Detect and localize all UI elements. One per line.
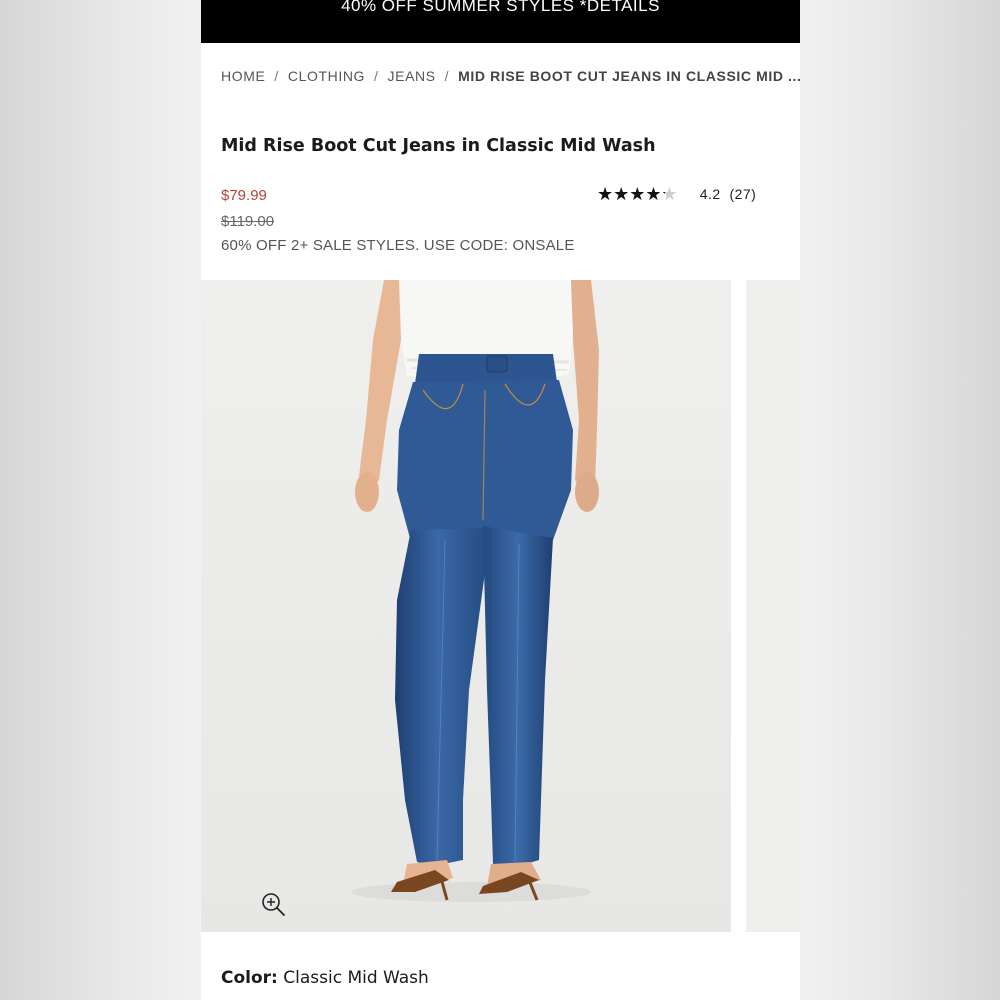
next-product-image-peek[interactable] [746, 280, 800, 932]
product-page: 40% OFF SUMMER STYLES *DETAILS HOME / CLOT… [201, 0, 800, 1000]
rating-value: 4.2 (27) [700, 186, 757, 202]
promo-banner[interactable]: 40% OFF SUMMER STYLES *DETAILS [201, 0, 800, 43]
promo-code-text: 60% OFF 2+ SALE STYLES. USE CODE: ONSALE [221, 237, 575, 254]
breadcrumb-home[interactable]: HOME [221, 68, 265, 84]
product-title: Mid Rise Boot Cut Jeans in Classic Mid W… [221, 136, 656, 156]
breadcrumb: HOME / CLOTHING / JEANS / MID RISE BOOT CUT JE… [221, 68, 800, 84]
color-label: Color: [221, 968, 278, 988]
promo-banner-text: 40% OFF SUMMER STYLES *DETAILS [341, 0, 660, 15]
star-rating: ★★★★★ ★★★★★ [597, 183, 678, 205]
rating-score: 4.2 [699, 186, 721, 202]
breadcrumb-clothing[interactable]: CLOTHING [288, 68, 365, 84]
rating-summary[interactable]: ★★★★★ ★★★★★ 4.2 (27) [597, 183, 756, 205]
breadcrumb-current: MID RISE BOOT CUT JEANS IN CLASSIC MID .… [458, 68, 800, 84]
review-count: (27) [729, 186, 757, 202]
jeans-model-photo [201, 280, 731, 932]
zoom-in-icon[interactable] [260, 891, 288, 919]
color-value: Classic Mid Wash [283, 968, 429, 988]
product-image[interactable] [201, 280, 731, 932]
color-selector-label: Color: Classic Mid Wash [221, 968, 429, 988]
breadcrumb-separator: / [444, 68, 450, 84]
breadcrumb-separator: / [374, 68, 379, 84]
original-price: $119.00 [221, 213, 275, 230]
sale-price: $79.99 [221, 187, 267, 204]
star-icon-row-filled: ★★★★★ [597, 184, 665, 204]
breadcrumb-separator: / [274, 68, 279, 84]
breadcrumb-jeans[interactable]: JEANS [388, 68, 436, 84]
